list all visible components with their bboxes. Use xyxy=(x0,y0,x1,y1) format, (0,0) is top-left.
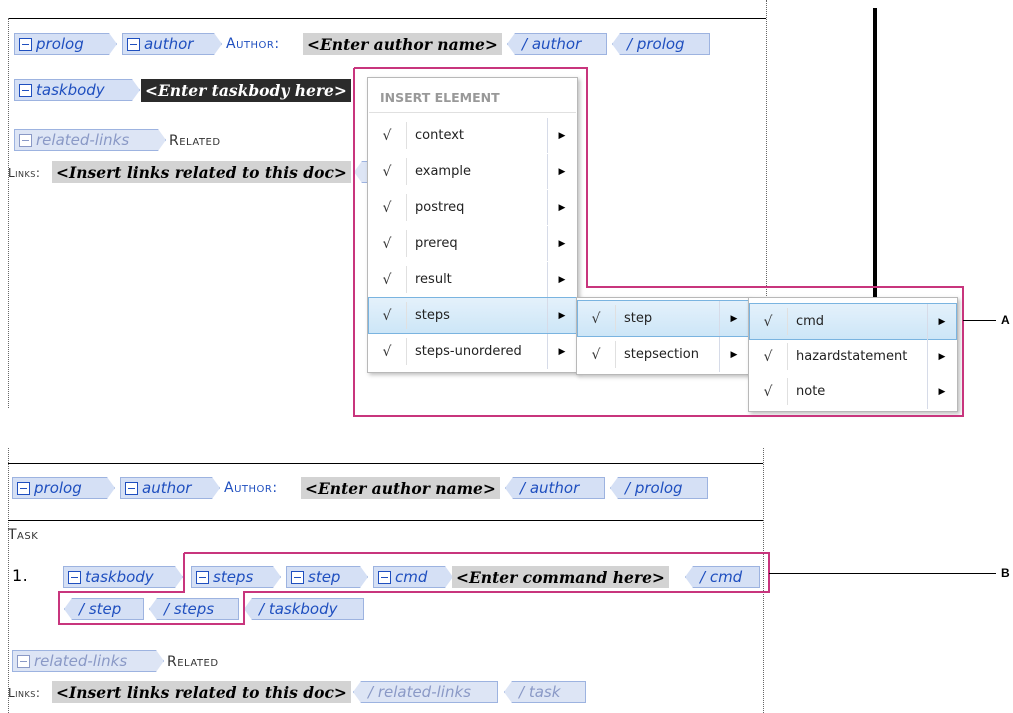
highlight-b xyxy=(58,552,770,625)
callout-line-b xyxy=(769,573,996,574)
related-links-close-tag[interactable]: / related-links xyxy=(353,681,498,703)
links-label-2: Links: xyxy=(8,686,41,700)
links-placeholder-2[interactable]: <Insert links related to this doc> xyxy=(52,681,351,703)
related-links-open-tag-2[interactable]: related-links xyxy=(12,650,164,672)
related-label-2: Related xyxy=(167,654,219,670)
collapse-icon[interactable] xyxy=(17,655,30,668)
task-close-tag[interactable]: / task xyxy=(504,681,586,703)
callout-label-b: B xyxy=(1001,566,1010,580)
